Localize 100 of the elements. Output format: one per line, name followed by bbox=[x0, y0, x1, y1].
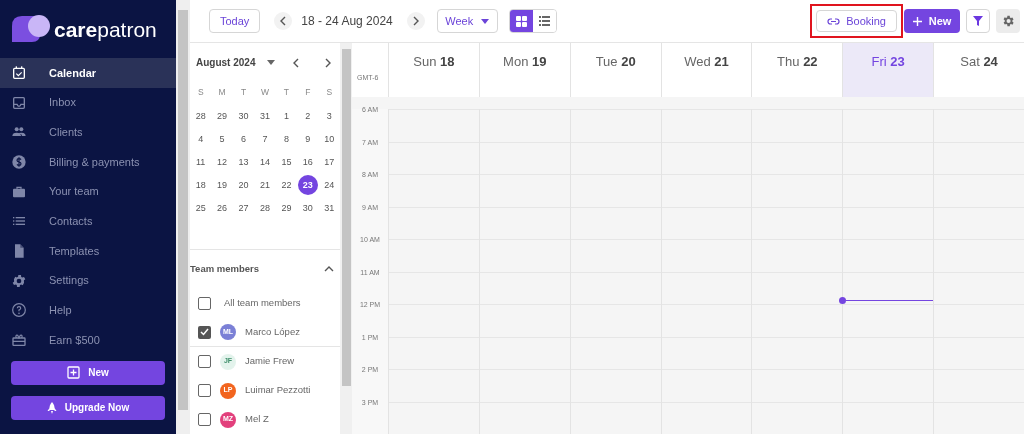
nav-item[interactable]: Inbox bbox=[0, 87, 176, 118]
new-button[interactable]: New bbox=[11, 360, 165, 385]
calendar-day[interactable]: 31 bbox=[255, 106, 275, 127]
nav-item[interactable]: Calendar bbox=[0, 58, 176, 88]
nav-item[interactable]: Earn $500 bbox=[0, 325, 176, 355]
calendar-day[interactable]: 30 bbox=[297, 198, 318, 219]
calendar-day[interactable]: 31 bbox=[319, 198, 340, 219]
team-members-heading: Team members bbox=[190, 262, 259, 277]
checkbox-label: All team members bbox=[224, 296, 301, 311]
calendar-day[interactable]: 19 bbox=[212, 175, 233, 196]
calendar-day[interactable]: 2 bbox=[297, 106, 318, 127]
previous-button[interactable] bbox=[274, 12, 293, 30]
nav-item[interactable]: Clients bbox=[0, 117, 176, 148]
weekday-label: T bbox=[283, 85, 289, 99]
filter-button[interactable] bbox=[966, 9, 990, 33]
calendar-day[interactable]: 6 bbox=[233, 129, 254, 150]
today-button[interactable]: Today bbox=[209, 9, 261, 33]
calendar-day[interactable]: 18 bbox=[190, 175, 211, 196]
new-button[interactable]: New bbox=[904, 9, 960, 33]
chevron-right-icon bbox=[411, 16, 420, 26]
weekday-label: M bbox=[218, 85, 226, 99]
scrollbar[interactable] bbox=[340, 43, 352, 434]
month-label: August 2024 bbox=[196, 56, 256, 71]
calendar-day[interactable]: 28 bbox=[190, 106, 211, 127]
inbox-icon bbox=[11, 94, 27, 111]
checkbox[interactable] bbox=[198, 413, 211, 426]
grid-view-button[interactable] bbox=[509, 10, 533, 32]
day-header[interactable]: Fri 23 bbox=[842, 43, 934, 97]
view-dropdown[interactable]: Week bbox=[436, 9, 498, 33]
member-name: Mel Z bbox=[245, 412, 269, 427]
nav-item[interactable]: Billing & payments bbox=[0, 147, 176, 177]
previous-month-icon[interactable] bbox=[292, 57, 300, 68]
nav-item[interactable]: Settings bbox=[0, 265, 176, 296]
collapse-icon[interactable] bbox=[324, 266, 334, 273]
help-icon bbox=[11, 302, 27, 319]
calendar-day[interactable]: 14 bbox=[255, 152, 275, 173]
plus-icon bbox=[912, 16, 922, 26]
next-button[interactable] bbox=[406, 12, 425, 30]
calendar-day[interactable]: 16 bbox=[297, 152, 318, 173]
calendar-day[interactable]: 12 bbox=[212, 152, 233, 173]
calendar-day[interactable]: 17 bbox=[319, 152, 340, 173]
calendar-day[interactable]: 13 bbox=[233, 152, 254, 173]
checkbox[interactable] bbox=[198, 325, 211, 339]
weekday-label: W bbox=[260, 85, 269, 99]
caret-icon[interactable] bbox=[267, 60, 276, 66]
dollar-icon bbox=[11, 153, 27, 170]
calendar-day[interactable]: 8 bbox=[276, 129, 297, 150]
nav-item[interactable]: Contacts bbox=[0, 206, 176, 237]
checkbox[interactable] bbox=[198, 297, 211, 310]
caret-icon bbox=[481, 18, 490, 24]
calendar-day[interactable]: 1 bbox=[276, 106, 297, 127]
calendar-day[interactable]: 10 bbox=[319, 129, 340, 150]
nav-item[interactable]: Help bbox=[0, 295, 176, 326]
settings-button[interactable] bbox=[996, 9, 1020, 33]
filter-icon bbox=[972, 15, 984, 27]
weekday-label: S bbox=[326, 85, 333, 99]
calendar-day[interactable]: 25 bbox=[190, 198, 211, 219]
list-icon bbox=[538, 16, 550, 26]
calendar-day[interactable]: 20 bbox=[233, 175, 254, 196]
member-name: Marco López bbox=[245, 324, 300, 339]
link-icon bbox=[827, 17, 841, 25]
upgrade-button[interactable]: Upgrade Now bbox=[11, 395, 165, 420]
weekday-label: S bbox=[197, 85, 204, 99]
settings-icon bbox=[1001, 14, 1015, 28]
calendar-day[interactable]: 15 bbox=[276, 152, 297, 173]
weekday-label: F bbox=[305, 85, 311, 99]
brand-name: carepatron bbox=[54, 18, 157, 40]
calendar-day[interactable]: 27 bbox=[233, 198, 254, 219]
calendar-day[interactable]: 3 bbox=[319, 106, 340, 127]
calendar-day[interactable]: 4 bbox=[190, 129, 211, 150]
calendar-day[interactable]: 9 bbox=[297, 129, 318, 150]
calendar-day[interactable]: 24 bbox=[319, 175, 340, 196]
booking-button[interactable]: Booking bbox=[816, 10, 897, 32]
calendar-day[interactable]: 7 bbox=[255, 129, 275, 150]
calendar-day[interactable]: 22 bbox=[276, 175, 297, 196]
calendar-day[interactable]: 29 bbox=[212, 106, 233, 127]
member-name: Jamie Frew bbox=[245, 354, 295, 369]
calendar-day[interactable]: 23 bbox=[297, 175, 318, 196]
gift-icon bbox=[11, 332, 27, 349]
member-name: Luimar Pezzotti bbox=[245, 383, 311, 398]
calendar-icon bbox=[11, 64, 27, 81]
calendar-day[interactable]: 5 bbox=[212, 129, 233, 150]
next-month-icon[interactable] bbox=[324, 57, 332, 68]
logo-icon bbox=[10, 14, 52, 44]
calendar-day[interactable]: 21 bbox=[255, 175, 275, 196]
date-range: 18 - 24 Aug 2024 bbox=[301, 13, 393, 30]
calendar-day[interactable]: 26 bbox=[212, 198, 233, 219]
calendar-day[interactable]: 11 bbox=[190, 152, 211, 173]
nav-item[interactable]: Templates bbox=[0, 236, 176, 266]
plus-icon bbox=[67, 366, 81, 380]
grid-icon bbox=[515, 15, 527, 27]
checkbox[interactable] bbox=[198, 355, 211, 368]
scrollbar[interactable] bbox=[176, 0, 190, 434]
nav-item[interactable]: Your team bbox=[0, 176, 176, 207]
calendar-day[interactable]: 28 bbox=[255, 198, 275, 219]
checkbox[interactable] bbox=[198, 384, 211, 397]
weekday-label: T bbox=[240, 85, 247, 99]
calendar-day[interactable]: 30 bbox=[233, 106, 254, 127]
chevron-left-icon bbox=[279, 16, 288, 26]
calendar-day[interactable]: 29 bbox=[276, 198, 297, 219]
